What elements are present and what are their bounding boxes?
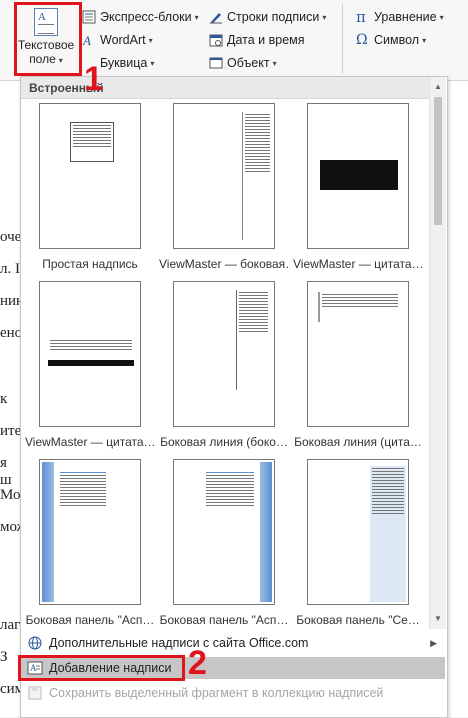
annotation-highlight-text-box-button <box>14 2 82 76</box>
wordart-button[interactable]: A WordArt ▾ <box>82 30 153 50</box>
doc-text-fragment: З <box>0 649 8 665</box>
gallery-item-caption: ViewMaster — цитата… <box>293 257 423 271</box>
preview-textbox <box>48 338 134 366</box>
signature-pen-icon <box>209 10 223 24</box>
preview-textbox-dark <box>320 160 398 190</box>
doc-text-fragment: л. I <box>0 261 20 277</box>
page-preview <box>307 281 409 427</box>
preview-textbox <box>318 292 400 322</box>
document-right-margin <box>447 81 468 717</box>
save-to-gallery-icon <box>27 686 43 700</box>
gallery-item-semaphore-sidebar[interactable]: Боковая панель "Се… <box>293 457 423 629</box>
scroll-up-arrow-icon[interactable]: ▲ <box>430 79 446 95</box>
gallery-item-caption: ViewMaster — цитата… <box>25 435 155 449</box>
doc-text-fragment: я ш <box>0 455 12 488</box>
gallery-scrollbar[interactable]: ▲ ▼ <box>429 77 446 629</box>
symbol-label: Символ <box>374 33 420 47</box>
text-box-gallery-dropdown: Встроенный Простая надпись ViewMaster — … <box>20 76 448 718</box>
scroll-down-arrow-icon[interactable]: ▼ <box>430 611 446 627</box>
signature-line-label: Строки подписи <box>227 10 320 24</box>
quick-parts-button[interactable]: Экспресс-блоки ▾ <box>82 7 199 27</box>
page-preview <box>307 103 409 249</box>
gallery-item-caption: Боковая панель "Асп… <box>25 613 155 627</box>
object-icon <box>209 56 223 70</box>
pi-icon: π <box>356 8 366 26</box>
doc-text-fragment: ите <box>0 423 22 439</box>
gallery-item-simple[interactable]: Простая надпись <box>25 101 155 276</box>
page-preview <box>39 103 141 249</box>
gallery-item-sideline-quote[interactable]: Боковая линия (цита… <box>293 279 423 454</box>
date-time-button[interactable]: Дата и время <box>209 30 305 50</box>
doc-text-fragment: Мо <box>0 487 21 503</box>
submenu-arrow-icon: ▶ <box>430 637 437 648</box>
preview-sidebar-stripe <box>42 462 54 602</box>
symbol-button[interactable]: Ω Символ ▾ <box>356 30 426 50</box>
quick-parts-label: Экспресс-блоки <box>100 10 192 24</box>
preview-textbox <box>204 470 256 570</box>
wordart-label: WordArt <box>100 33 146 47</box>
gallery-item-viewmaster-quote[interactable]: ViewMaster — цитата… <box>25 279 155 454</box>
annotation-number-1: 1 <box>84 60 103 98</box>
doc-text-fragment: оче <box>0 229 22 245</box>
page-preview <box>307 459 409 605</box>
preview-sidebar-stripe <box>260 462 272 602</box>
ribbon-separator <box>342 4 343 74</box>
save-selection-label: Сохранить выделенный фрагмент в коллекци… <box>49 686 384 700</box>
gallery-item-aspect-sidebar-2[interactable]: Боковая панель "Асп… <box>159 457 289 629</box>
doc-text-fragment: к <box>0 391 8 407</box>
page-preview <box>173 281 275 427</box>
globe-icon <box>27 636 43 650</box>
preview-textbox <box>58 470 108 570</box>
dropcap-button[interactable]: Буквица ▾ <box>100 53 154 73</box>
gallery-item-caption: Боковая линия (боко… <box>160 435 288 449</box>
gallery-item-caption: ViewMaster — боковая… <box>159 257 289 271</box>
save-selection-menu-item: Сохранить выделенный фрагмент в коллекци… <box>21 682 445 704</box>
gallery-item-caption: Боковая панель "Се… <box>296 613 420 627</box>
annotation-highlight-add-text-box <box>18 655 185 681</box>
wordart-icon: A <box>82 33 96 48</box>
page-preview <box>173 103 275 249</box>
svg-text:A: A <box>82 33 91 47</box>
object-button[interactable]: Объект ▾ <box>209 53 277 73</box>
doc-text-fragment: ено <box>0 325 23 341</box>
preview-textbox <box>370 466 406 602</box>
gallery-item-viewmaster-quote-dark[interactable]: ViewMaster — цитата… <box>293 101 423 276</box>
signature-line-button[interactable]: Строки подписи ▾ <box>209 7 326 27</box>
date-time-label: Дата и время <box>227 33 305 47</box>
gallery-item-sideline-sidebar[interactable]: Боковая линия (боко… <box>159 279 289 454</box>
gallery-item-aspect-sidebar-1[interactable]: Боковая панель "Асп… <box>25 457 155 629</box>
preview-textbox <box>70 122 114 162</box>
gallery-section-header: Встроенный <box>21 77 429 99</box>
dropcap-label: Буквица <box>100 56 148 70</box>
calendar-icon <box>209 33 223 47</box>
gallery-item-viewmaster-sidebar[interactable]: ViewMaster — боковая… <box>159 101 289 276</box>
more-text-boxes-label: Дополнительные надписи с сайта Office.co… <box>49 636 309 650</box>
gallery-item-caption: Боковая панель "Асп… <box>159 613 289 627</box>
equation-button[interactable]: π Уравнение ▾ <box>356 7 444 27</box>
more-text-boxes-menu-item[interactable]: Дополнительные надписи с сайта Office.co… <box>21 632 445 654</box>
page-preview <box>39 281 141 427</box>
page-preview <box>39 459 141 605</box>
gallery-item-caption: Боковая линия (цита… <box>294 435 422 449</box>
preview-textbox <box>242 112 272 240</box>
gallery-item-caption: Простая надпись <box>42 257 138 271</box>
object-label: Объект <box>227 56 270 70</box>
scroll-thumb[interactable] <box>434 97 442 225</box>
preview-textbox <box>236 290 270 390</box>
equation-label: Уравнение <box>374 10 437 24</box>
page-preview <box>173 459 275 605</box>
quick-parts-icon <box>82 10 96 24</box>
annotation-number-2: 2 <box>188 644 207 682</box>
omega-icon: Ω <box>356 32 368 48</box>
doc-text-fragment: лаг <box>0 617 21 633</box>
gallery-grid: Простая надпись ViewMaster — боковая… Vi… <box>21 99 429 629</box>
